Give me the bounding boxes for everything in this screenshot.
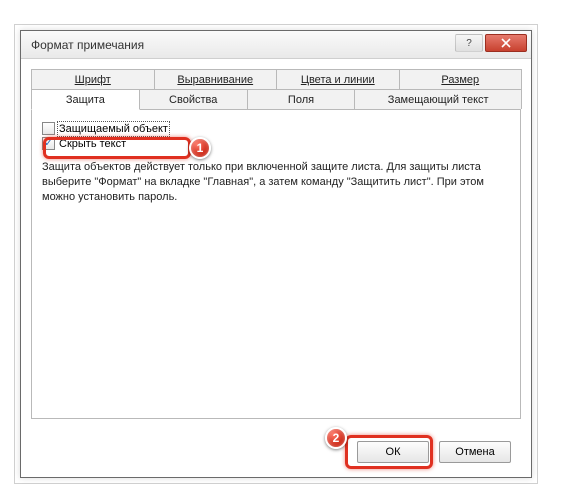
cancel-button[interactable]: Отмена bbox=[439, 441, 511, 463]
tab-row-1: Шрифт Выравнивание Цвета и линии Размер bbox=[31, 69, 521, 89]
format-comment-dialog: Формат примечания ? Шрифт Выравнивание Ц… bbox=[20, 30, 532, 478]
tab-label: Выравнивание bbox=[177, 74, 253, 86]
tab-label: Цвета и линии bbox=[301, 74, 375, 86]
help-button[interactable]: ? bbox=[455, 34, 483, 52]
tab-colors-lines[interactable]: Цвета и линии bbox=[276, 69, 400, 89]
callout-2: 2 bbox=[325, 427, 347, 449]
tab-strip: Шрифт Выравнивание Цвета и линии Размер … bbox=[31, 69, 521, 419]
tab-label: Размер bbox=[441, 74, 479, 86]
tab-label: Поля bbox=[288, 94, 314, 106]
close-icon bbox=[501, 38, 511, 48]
tab-protection[interactable]: Защита bbox=[31, 89, 140, 110]
tab-label: Шрифт bbox=[75, 74, 111, 86]
tab-font[interactable]: Шрифт bbox=[31, 69, 155, 89]
lock-object-checkbox-row[interactable]: Защищаемый объект bbox=[42, 122, 510, 135]
callout-1: 1 bbox=[189, 137, 211, 159]
ok-button[interactable]: ОК bbox=[357, 441, 429, 463]
hide-text-checkbox-row[interactable]: ✓ Скрыть текст bbox=[42, 137, 510, 150]
window-controls: ? bbox=[455, 34, 527, 52]
tab-label: Замещающий текст bbox=[388, 94, 489, 106]
dialog-button-bar: ОК Отмена bbox=[357, 441, 511, 463]
tab-properties[interactable]: Свойства bbox=[139, 89, 248, 109]
checkbox-icon bbox=[42, 122, 55, 135]
cancel-button-label: Отмена bbox=[455, 446, 494, 458]
tab-alt-text[interactable]: Замещающий текст bbox=[354, 89, 522, 109]
dialog-content: Шрифт Выравнивание Цвета и линии Размер … bbox=[21, 59, 531, 429]
tab-label: Защита bbox=[66, 94, 105, 106]
ok-button-label: ОК bbox=[386, 446, 401, 458]
tab-label: Свойства bbox=[169, 94, 217, 106]
tab-margins[interactable]: Поля bbox=[247, 89, 356, 109]
tab-row-2: Защита Свойства Поля Замещающий текст bbox=[31, 89, 521, 109]
lock-object-label: Защищаемый объект bbox=[59, 123, 168, 135]
checkbox-icon-checked: ✓ bbox=[42, 137, 55, 150]
titlebar: Формат примечания ? bbox=[21, 31, 531, 59]
tab-panel-protection: Защищаемый объект ✓ Скрыть текст Защита … bbox=[31, 109, 521, 419]
help-icon: ? bbox=[466, 38, 472, 49]
dialog-title: Формат примечания bbox=[31, 38, 144, 52]
protection-description: Защита объектов действует только при вкл… bbox=[42, 160, 510, 205]
hide-text-label: Скрыть текст bbox=[59, 138, 126, 150]
callout-number: 2 bbox=[333, 431, 340, 445]
close-button[interactable] bbox=[485, 34, 527, 52]
callout-number: 1 bbox=[197, 141, 204, 155]
tab-size[interactable]: Размер bbox=[399, 69, 523, 89]
tab-alignment[interactable]: Выравнивание bbox=[154, 69, 278, 89]
